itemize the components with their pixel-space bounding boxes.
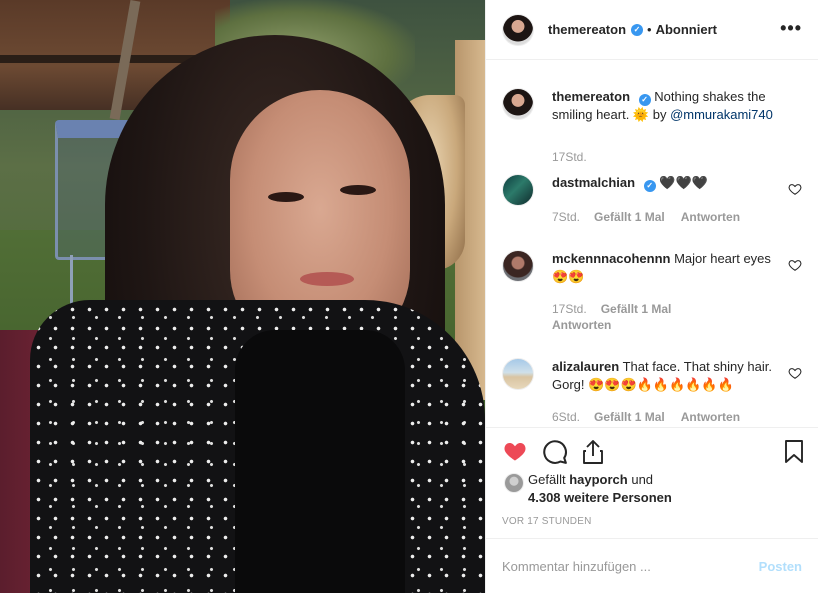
caption-mention-link[interactable]: @mmurakami740 (670, 107, 773, 122)
comment-reply-link[interactable]: Antworten (681, 208, 740, 226)
comment-likes-link[interactable]: Gefällt 1 Mal (594, 208, 665, 226)
caption-time: 17Std. (552, 150, 587, 164)
comment-reply-link[interactable]: Antworten (681, 408, 740, 426)
comment-avatar[interactable] (502, 174, 534, 206)
likes-prefix: Gefällt (528, 472, 566, 487)
comment-time: 7Std. (552, 210, 581, 224)
post-panel: themereaton ✓ • Abonniert ••• themereato… (485, 0, 818, 593)
comments-list[interactable]: themereaton ✓ Nothing shakes the smiling… (486, 61, 818, 427)
verified-badge-icon: ✓ (638, 94, 651, 106)
header-separator: • (647, 22, 652, 37)
caption: themereaton ✓ Nothing shakes the smiling… (502, 88, 802, 166)
comment-item: alizalauren That face. That shiny hair. … (502, 358, 802, 426)
action-bar (486, 427, 818, 471)
liker-username[interactable]: hayporch (569, 472, 628, 487)
comment-username[interactable]: alizalauren (552, 359, 619, 374)
photo-eye (340, 185, 376, 195)
comment-text: 🖤🖤🖤 (659, 175, 708, 190)
comment-like-heart-icon[interactable] (788, 182, 802, 196)
post-comment-button[interactable]: Posten (759, 559, 802, 574)
verified-badge-icon: ✓ (643, 180, 656, 192)
verified-badge-icon: ✓ (631, 23, 644, 36)
comment-likes-link[interactable]: Gefällt 1 Mal (594, 408, 665, 426)
author-username[interactable]: themereaton (548, 22, 626, 37)
heart-filled-icon[interactable] (502, 439, 528, 463)
likes-suffix: und (631, 472, 654, 487)
add-comment-bar: Posten (486, 538, 818, 593)
comment-avatar[interactable] (502, 250, 534, 282)
likes-summary[interactable]: Gefällt hayporch und 4.308 weitere Perso… (502, 471, 802, 507)
post-header: themereaton ✓ • Abonniert ••• (486, 0, 818, 60)
comment-time: 6Std. (552, 410, 581, 424)
comment-item: mckennnacohennn Major heart eyes 😍😍 17St… (502, 250, 802, 334)
photo-blouse (235, 330, 405, 593)
follow-status-button[interactable]: Abonniert (656, 22, 717, 37)
caption-username[interactable]: themereaton (552, 89, 630, 104)
share-icon[interactable] (582, 439, 604, 465)
comment-username[interactable]: dastmalchian (552, 175, 635, 190)
liker-avatar (504, 473, 524, 493)
bookmark-icon[interactable] (784, 439, 804, 464)
author-avatar[interactable] (502, 13, 534, 46)
post-timestamp: VOR 17 STUNDEN (502, 516, 592, 527)
photo-lips (300, 272, 354, 286)
post-photo[interactable] (0, 0, 485, 593)
more-options-icon[interactable]: ••• (780, 19, 802, 37)
comment-reply-link[interactable]: Antworten (552, 316, 776, 334)
comment-username[interactable]: mckennnacohennn (552, 251, 670, 266)
comment-like-heart-icon[interactable] (788, 258, 802, 272)
caption-avatar[interactable] (502, 88, 534, 120)
comment-bubble-icon[interactable] (542, 439, 568, 465)
likes-others-link[interactable]: 4.308 weitere Personen (528, 489, 802, 507)
comment-avatar[interactable] (502, 358, 534, 390)
photo-eye (268, 192, 304, 202)
comment-like-heart-icon[interactable] (788, 366, 802, 380)
comment-input[interactable] (502, 558, 759, 574)
comment-item: dastmalchian ✓ 🖤🖤🖤 7Std. Gefällt 1 Mal A… (502, 174, 802, 226)
